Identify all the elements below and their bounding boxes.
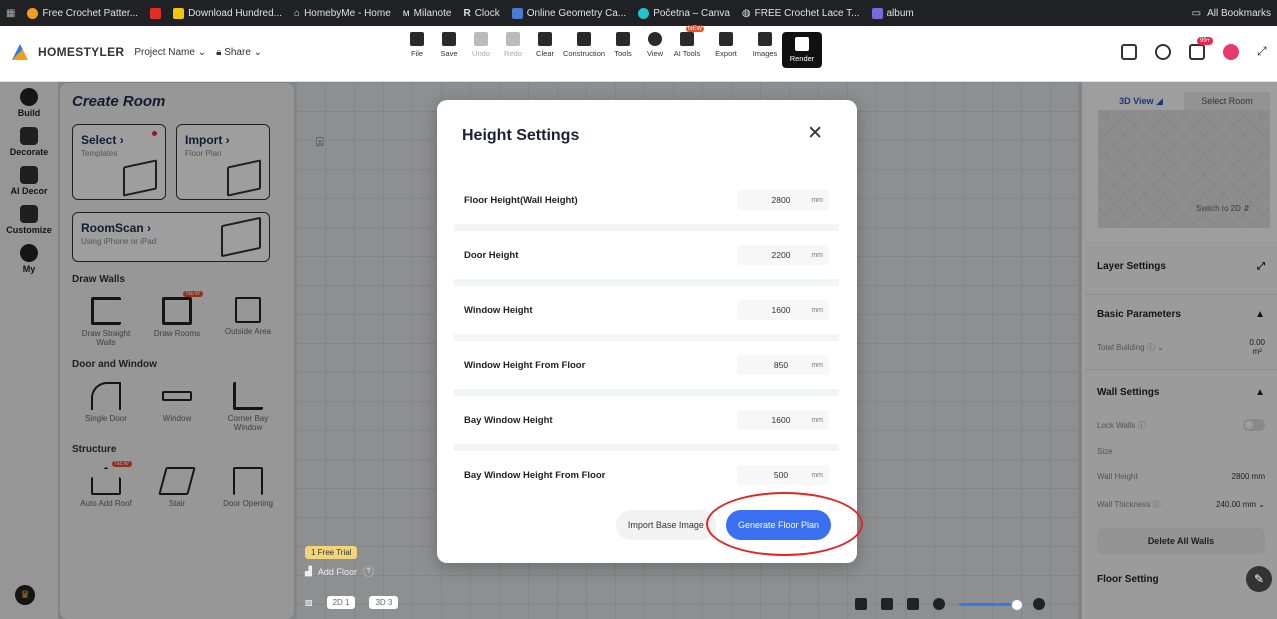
- undo-button[interactable]: Undo: [466, 32, 496, 68]
- app-header: HOMESTYLER Project Name ⌄ 🔒︎ Share ⌄ Fil…: [0, 26, 1277, 82]
- folder-icon: ▭: [1191, 7, 1202, 19]
- camera-icon: [795, 37, 809, 51]
- undo-icon: [474, 32, 488, 46]
- fullscreen-icon[interactable]: ⤢: [1257, 44, 1273, 60]
- bookmark-item[interactable]: Online Geometry Ca...: [506, 7, 632, 19]
- bookmark-favicon: [511, 7, 523, 19]
- view-2d-button[interactable]: 2D 1: [326, 596, 356, 609]
- homestyler-logo-icon: [12, 44, 28, 60]
- window-height-from-floor-input[interactable]: 850 mm: [737, 355, 829, 375]
- share-button[interactable]: 🔒︎ Share ⌄: [216, 47, 262, 58]
- setting-row-window-height: Window Height 1600 mm: [454, 279, 839, 334]
- chevron-down-icon: ⌄: [197, 46, 207, 58]
- main-toolbar: File Save Undo Redo Clear Construction T…: [402, 26, 822, 68]
- export-icon: [719, 32, 733, 46]
- brand-name: HOMESTYLER: [38, 45, 125, 59]
- image-icon: [758, 32, 772, 46]
- setting-row-floor-height: Floor Height(Wall Height) 2800 mm: [454, 176, 839, 224]
- bookmarks-bar: ▦ Free Crochet Patter... Download Hundre…: [0, 0, 1277, 26]
- layers-icon[interactable]: ▨: [305, 598, 313, 607]
- ai-tools-button[interactable]: NEW AI Tools: [672, 26, 704, 68]
- floor-controls: 1 Free Trial ▟ Add Floor?: [305, 542, 374, 577]
- bookmark-item[interactable]: ᴍ Milanote: [397, 8, 458, 19]
- construction-button[interactable]: Construction: [562, 32, 606, 68]
- clock-icon: R: [463, 7, 471, 19]
- fit-icon[interactable]: [907, 598, 919, 610]
- lock-icon: 🔒︎: [216, 46, 222, 58]
- render-button[interactable]: Render: [782, 32, 822, 68]
- folder-icon: [410, 32, 424, 46]
- close-icon[interactable]: ✕: [807, 124, 823, 144]
- bookmark-item[interactable]: Free Crochet Patter...: [21, 7, 144, 19]
- add-floor-button[interactable]: ▟ Add Floor?: [305, 566, 374, 577]
- project-name-dropdown[interactable]: Project Name ⌄: [134, 47, 206, 58]
- bookmark-favicon: [173, 7, 185, 19]
- view-button[interactable]: View: [640, 32, 670, 68]
- apps-icon[interactable]: ▦: [0, 8, 21, 19]
- bookmark-item[interactable]: [144, 7, 167, 19]
- notification-badge: 99+: [1197, 37, 1214, 45]
- measure-icon[interactable]: [881, 598, 893, 610]
- redo-button[interactable]: Redo: [498, 32, 528, 68]
- save-icon: [442, 32, 456, 46]
- door-height-input[interactable]: 2200 mm: [737, 245, 829, 265]
- bookmark-item[interactable]: ◍ FREE Crochet Lace T...: [736, 8, 866, 19]
- bookmark-item[interactable]: album: [866, 7, 920, 19]
- album-icon: [871, 7, 883, 19]
- setting-row-window-height-from-floor: Window Height From Floor 850 mm: [454, 334, 839, 389]
- all-bookmarks[interactable]: ▭ All Bookmarks: [1185, 0, 1277, 26]
- view-switcher: ▨ 2D 1 3D 3: [305, 596, 399, 609]
- settings-icon[interactable]: [1155, 44, 1171, 60]
- bay-window-height-input[interactable]: 1600 mm: [737, 410, 829, 430]
- window-height-input[interactable]: 1600 mm: [737, 300, 829, 320]
- clear-button[interactable]: Clear: [530, 32, 560, 68]
- milanote-icon: ᴍ: [402, 7, 410, 19]
- import-base-image-button[interactable]: Import Base Image: [615, 510, 716, 540]
- zoom-in-icon[interactable]: [1033, 598, 1045, 610]
- chat-icon[interactable]: ✎: [1246, 566, 1272, 592]
- tools-button[interactable]: Tools: [608, 32, 638, 68]
- zoom-slider[interactable]: [959, 598, 1023, 611]
- zoom-controls: [855, 598, 1045, 611]
- youtube-icon: [150, 7, 162, 19]
- header-actions: 99+ ⤢: [1121, 37, 1273, 60]
- redo-icon: [506, 32, 520, 46]
- globe-icon: ◍: [741, 7, 751, 19]
- save-button[interactable]: Save: [434, 32, 464, 68]
- eye-icon: [648, 32, 662, 46]
- add-floor-icon: ▟: [305, 566, 312, 576]
- construction-icon: [577, 32, 591, 46]
- setting-row-door-height: Door Height 2200 mm: [454, 224, 839, 279]
- bookmark-item[interactable]: R Clock: [457, 8, 505, 19]
- brand-area: HOMESTYLER Project Name ⌄ 🔒︎ Share ⌄: [12, 44, 262, 60]
- dialog-title: Height Settings: [462, 127, 580, 144]
- new-badge: NEW: [686, 26, 704, 32]
- annotation-circle: [706, 492, 863, 556]
- floor-height-input[interactable]: 2800 mm: [737, 190, 829, 210]
- view-3d-button[interactable]: 3D 3: [369, 596, 399, 609]
- bookmark-item[interactable]: Početna – Canva: [632, 7, 736, 19]
- canva-icon: [638, 7, 650, 19]
- height-settings-list: Floor Height(Wall Height) 2800 mm Door Hei…: [454, 176, 839, 508]
- avatar[interactable]: [1223, 44, 1239, 60]
- mail-icon[interactable]: 99+: [1189, 37, 1214, 60]
- bookmark-item[interactable]: ⌂ HomebyMe - Home: [288, 8, 397, 19]
- free-trial-badge: 1 Free Trial: [305, 546, 358, 559]
- bookmark-favicon: [27, 7, 39, 19]
- tools-icon: [616, 32, 630, 46]
- images-button[interactable]: Images: [750, 32, 780, 68]
- help-icon[interactable]: ?: [362, 566, 374, 577]
- ai-icon: NEW: [680, 26, 704, 46]
- bay-window-height-from-floor-input[interactable]: 500 mm: [737, 465, 829, 485]
- eraser-icon: [538, 32, 552, 46]
- lock-icon[interactable]: [855, 598, 867, 610]
- home-icon: ⌂: [294, 7, 301, 19]
- chevron-down-icon: ⌄: [253, 46, 263, 58]
- setting-row-bay-window-height: Bay Window Height 1600 mm: [454, 389, 839, 444]
- layout-icon[interactable]: [1121, 44, 1137, 60]
- zoom-out-icon[interactable]: [933, 598, 945, 610]
- file-button[interactable]: File: [402, 32, 432, 68]
- bookmark-item[interactable]: Download Hundred...: [167, 7, 288, 19]
- export-button[interactable]: Export: [704, 32, 748, 68]
